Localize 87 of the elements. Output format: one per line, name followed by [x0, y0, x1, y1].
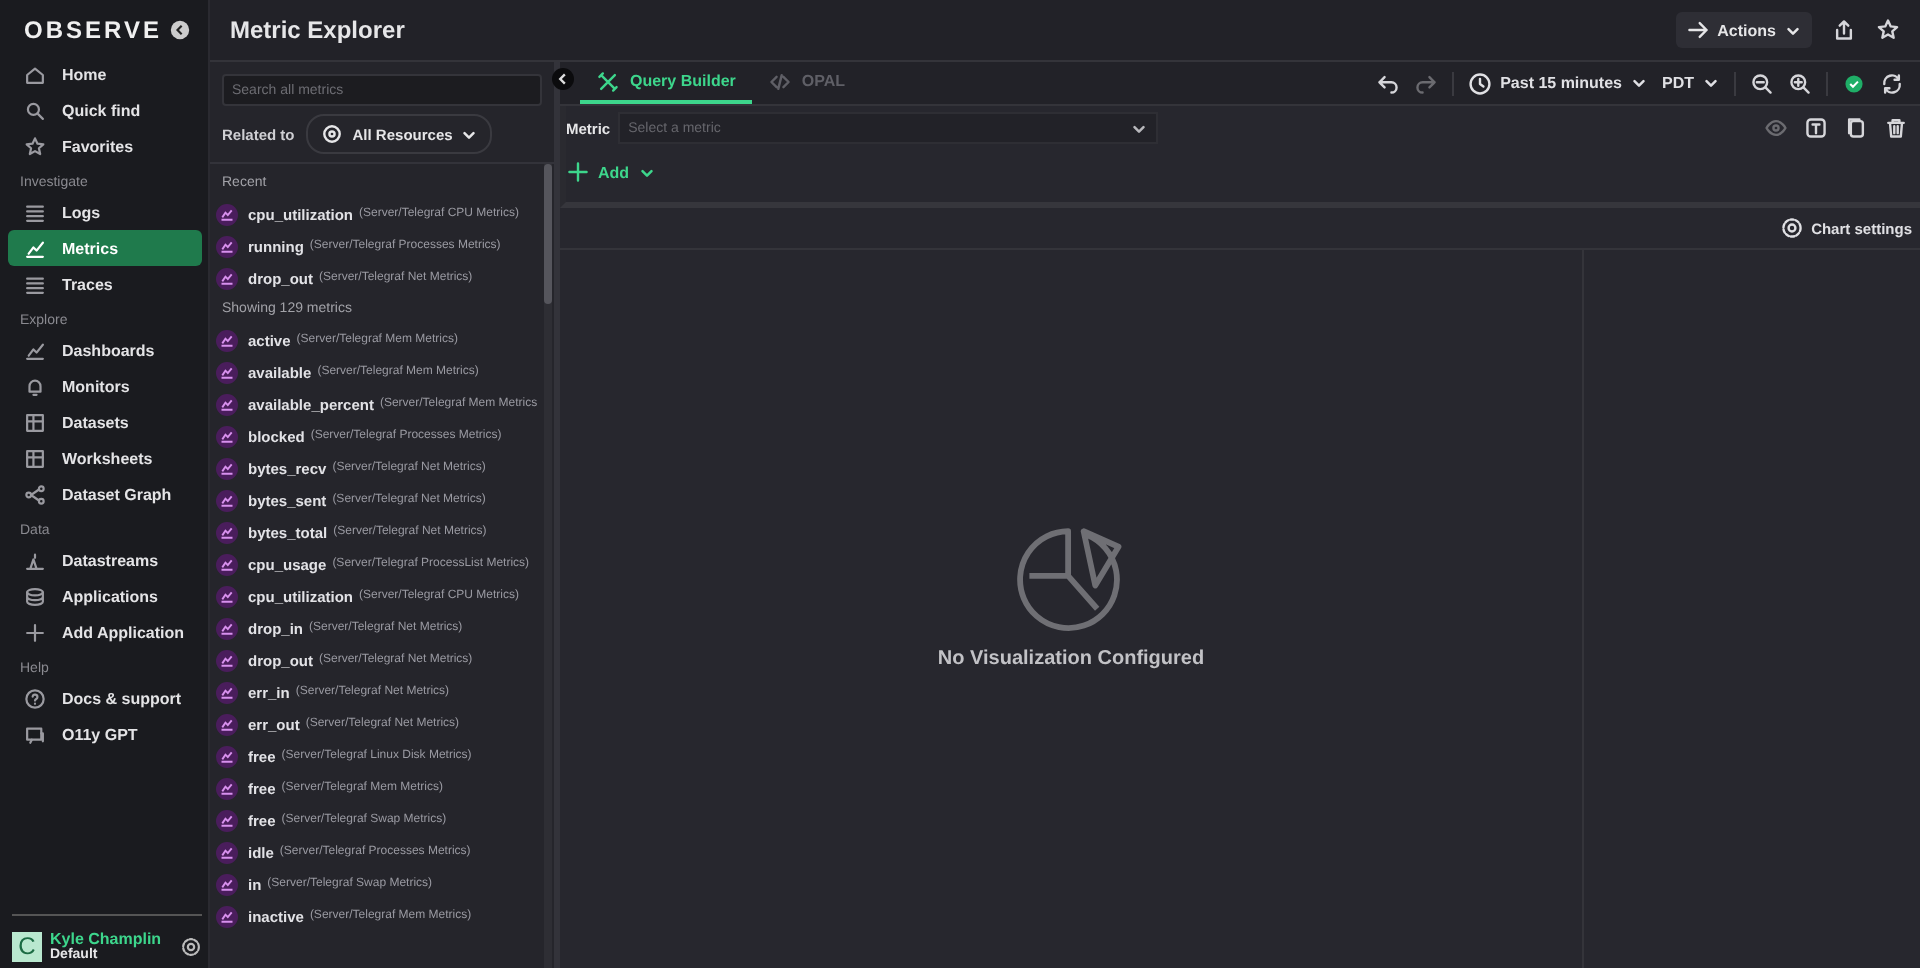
scrollbar-thumb[interactable]	[544, 164, 552, 304]
nav-item[interactable]: Datasets	[8, 404, 202, 440]
nav-item[interactable]: Monitors	[8, 368, 202, 404]
star-icon[interactable]	[1876, 18, 1900, 42]
grid-icon	[24, 447, 46, 469]
text-icon[interactable]	[1804, 116, 1828, 140]
line-chart-icon	[24, 237, 46, 259]
nav-item[interactable]: Metrics	[8, 230, 202, 266]
metric-icon	[216, 361, 238, 383]
time-range-dropdown[interactable]: Past 15 minutes	[1468, 71, 1648, 95]
line-chart-icon	[24, 339, 46, 361]
target-icon	[320, 122, 345, 146]
metric-icon	[216, 681, 238, 703]
nav-item[interactable]: Applications	[8, 578, 202, 614]
tab[interactable]: Query Builder	[580, 62, 752, 104]
stack-icon	[24, 585, 46, 607]
nav-item[interactable]: Home	[8, 56, 202, 92]
empty-state-message: No Visualization Configured	[937, 648, 1205, 670]
metric-icon	[216, 585, 238, 607]
metric-icon	[216, 329, 238, 351]
nav-item[interactable]: Quick find	[8, 92, 202, 128]
metric-icon	[216, 905, 238, 927]
metric-icon	[216, 457, 238, 479]
redo-icon[interactable]	[1414, 71, 1439, 95]
page-title: Metric Explorer	[230, 16, 405, 44]
zoom-out-icon[interactable]	[1750, 71, 1774, 95]
eye-icon[interactable]	[1764, 116, 1788, 140]
settings-icon[interactable]	[180, 935, 202, 957]
metric-icon	[216, 425, 238, 447]
metric-icon	[216, 393, 238, 415]
list-icon	[24, 201, 46, 223]
nav-item[interactable]: Traces	[8, 266, 202, 302]
metric-icon	[216, 777, 238, 799]
copy-icon[interactable]	[1844, 116, 1868, 140]
nav-item[interactable]: Worksheets	[8, 440, 202, 476]
code-icon	[767, 69, 792, 93]
metric-icon	[216, 745, 238, 767]
caret-icon	[1702, 74, 1720, 92]
metric-icon	[216, 617, 238, 639]
bell-icon	[24, 375, 46, 397]
list-icon	[24, 273, 46, 295]
home-icon	[24, 63, 46, 85]
nav-item[interactable]: Dashboards	[8, 332, 202, 368]
metric-icon	[216, 553, 238, 575]
trash-icon[interactable]	[1884, 116, 1908, 140]
timezone-dropdown[interactable]: PDT	[1662, 74, 1720, 92]
share-icon[interactable]	[1832, 18, 1856, 42]
collapse-panel-icon[interactable]	[552, 68, 574, 90]
metric-icon	[216, 521, 238, 543]
nav-item[interactable]: Logs	[8, 194, 202, 230]
chat-icon	[24, 723, 46, 745]
metric-icon	[216, 713, 238, 735]
refresh-icon[interactable]	[1880, 71, 1904, 95]
actions-button[interactable]: Actions	[1675, 12, 1812, 48]
nav-item[interactable]: Dataset Graph	[8, 476, 202, 512]
plus-icon	[566, 160, 590, 184]
graph-icon	[24, 483, 46, 505]
arrow-icon	[1685, 18, 1710, 42]
star-icon	[24, 135, 46, 157]
clock-icon	[1468, 71, 1493, 95]
metric-icon	[216, 267, 238, 289]
metric-icon	[216, 649, 238, 671]
add-button[interactable]: Add	[566, 160, 656, 184]
search-icon	[24, 99, 46, 121]
nav-item[interactable]: Datastreams	[8, 542, 202, 578]
logo: OBSERVE	[24, 16, 162, 44]
grid-icon	[24, 411, 46, 433]
user-name: Kyle Champlin	[50, 930, 164, 948]
help-icon	[24, 687, 46, 709]
metric-icon	[216, 489, 238, 511]
collapse-icon[interactable]	[170, 20, 190, 40]
nav-item[interactable]: Favorites	[8, 128, 202, 164]
undo-icon[interactable]	[1376, 71, 1401, 95]
plus-icon	[24, 621, 46, 643]
metric-icon	[216, 873, 238, 895]
zoom-in-icon[interactable]	[1788, 71, 1812, 95]
metric-icon	[216, 203, 238, 225]
nav-item[interactable]: Docs & support	[8, 680, 202, 716]
metric-icon	[216, 809, 238, 831]
nav-item[interactable]: Add Application	[8, 614, 202, 650]
nav-item[interactable]: O11y GPT	[8, 716, 202, 752]
status-icon	[1842, 71, 1866, 95]
metric-icon	[216, 235, 238, 257]
caret-icon	[1630, 74, 1648, 92]
avatar[interactable]: C	[12, 931, 42, 961]
gear-icon	[1779, 216, 1804, 240]
metric-icon	[216, 841, 238, 863]
